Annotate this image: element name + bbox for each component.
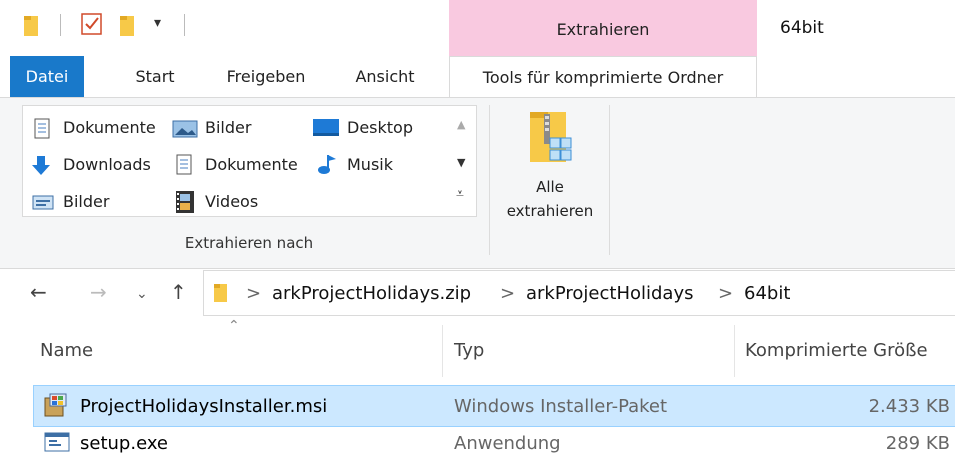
back-arrow-icon[interactable]: ← — [30, 280, 47, 304]
extract-all-button[interactable]: Alle extrahieren — [495, 175, 605, 223]
breadcrumb-separator[interactable]: > — [246, 283, 261, 304]
zip-folder-icon[interactable] — [528, 108, 576, 166]
up-arrow-icon[interactable]: ↑ — [170, 280, 187, 304]
application-icon — [44, 432, 70, 452]
group-separator — [609, 105, 610, 255]
file-type: Windows Installer-Paket — [454, 396, 668, 417]
gallery-item-dokumente[interactable]: Dokumente — [63, 118, 156, 137]
group-separator — [489, 105, 490, 255]
pictures-icon — [172, 120, 198, 138]
extract-all-label-1: Alle — [536, 178, 564, 196]
desktop-icon — [313, 119, 339, 136]
window-title: 64bit — [780, 18, 824, 38]
videos-icon — [176, 191, 194, 213]
context-tab-label: Extrahieren — [556, 20, 650, 39]
gallery-expand-icon[interactable]: ⩡ — [456, 186, 464, 202]
gallery-item-desktop[interactable]: Desktop — [347, 118, 413, 137]
breadcrumb-separator[interactable]: > — [718, 283, 733, 304]
file-name[interactable]: ProjectHolidaysInstaller.msi — [80, 396, 327, 417]
file-size: 2.433 KB — [868, 396, 950, 417]
tab-datei[interactable]: Datei — [10, 56, 84, 98]
tab-tools-komprimierte-ordner[interactable]: Tools für komprimierte Ordner — [449, 56, 757, 99]
gallery-item-dokumente-2[interactable]: Dokumente — [205, 155, 298, 174]
gallery-item-videos[interactable]: Videos — [205, 192, 258, 211]
tab-ansicht[interactable]: Ansicht — [340, 56, 430, 98]
gallery-item-bilder[interactable]: Bilder — [205, 118, 251, 137]
music-icon — [318, 155, 336, 174]
documents-icon — [34, 118, 50, 139]
group-label-extrahieren-nach: Extrahieren nach — [184, 234, 314, 252]
tab-start[interactable]: Start — [118, 56, 192, 98]
installer-package-icon — [44, 393, 67, 417]
gallery-item-downloads[interactable]: Downloads — [63, 155, 151, 174]
documents-icon — [176, 154, 192, 175]
column-divider[interactable] — [734, 325, 735, 377]
file-size: 289 KB — [885, 433, 950, 454]
tab-freigeben[interactable]: Freigeben — [210, 56, 322, 98]
breadcrumb-folder[interactable]: arkProjectHolidays — [526, 283, 693, 304]
breadcrumb-zip[interactable]: arkProjectHolidays.zip — [272, 283, 471, 304]
pictures-icon — [32, 195, 54, 210]
recent-locations-chevron-icon[interactable]: ⌄ — [136, 286, 148, 302]
folder-icon[interactable] — [22, 12, 42, 38]
extract-all-label-2: extrahieren — [506, 202, 594, 220]
column-header-size[interactable]: Komprimierte Größe — [745, 340, 928, 361]
column-header-name[interactable]: Name — [40, 340, 93, 361]
file-type: Anwendung — [454, 433, 561, 454]
file-name[interactable]: setup.exe — [80, 433, 168, 454]
column-header-type[interactable]: Typ — [454, 340, 484, 361]
new-folder-icon[interactable] — [118, 12, 138, 38]
breadcrumb-current[interactable]: 64bit — [744, 283, 790, 304]
sort-ascending-icon: ⌃ — [228, 318, 240, 334]
properties-icon[interactable] — [80, 12, 104, 36]
gallery-item-bilder-2[interactable]: Bilder — [63, 192, 109, 211]
qat-separator — [184, 14, 185, 36]
folder-icon — [214, 284, 227, 302]
breadcrumb-separator[interactable]: > — [500, 283, 515, 304]
forward-arrow-icon[interactable]: → — [90, 280, 107, 304]
qat-dropdown-icon[interactable]: ▾ — [154, 15, 161, 31]
downloads-icon — [32, 156, 50, 175]
gallery-item-musik[interactable]: Musik — [347, 155, 393, 174]
gallery-scroll-up-icon[interactable]: ▲ — [457, 118, 465, 131]
qat-separator — [60, 14, 61, 36]
column-divider[interactable] — [442, 325, 443, 377]
gallery-scroll-down-icon[interactable]: ▼ — [457, 156, 465, 169]
